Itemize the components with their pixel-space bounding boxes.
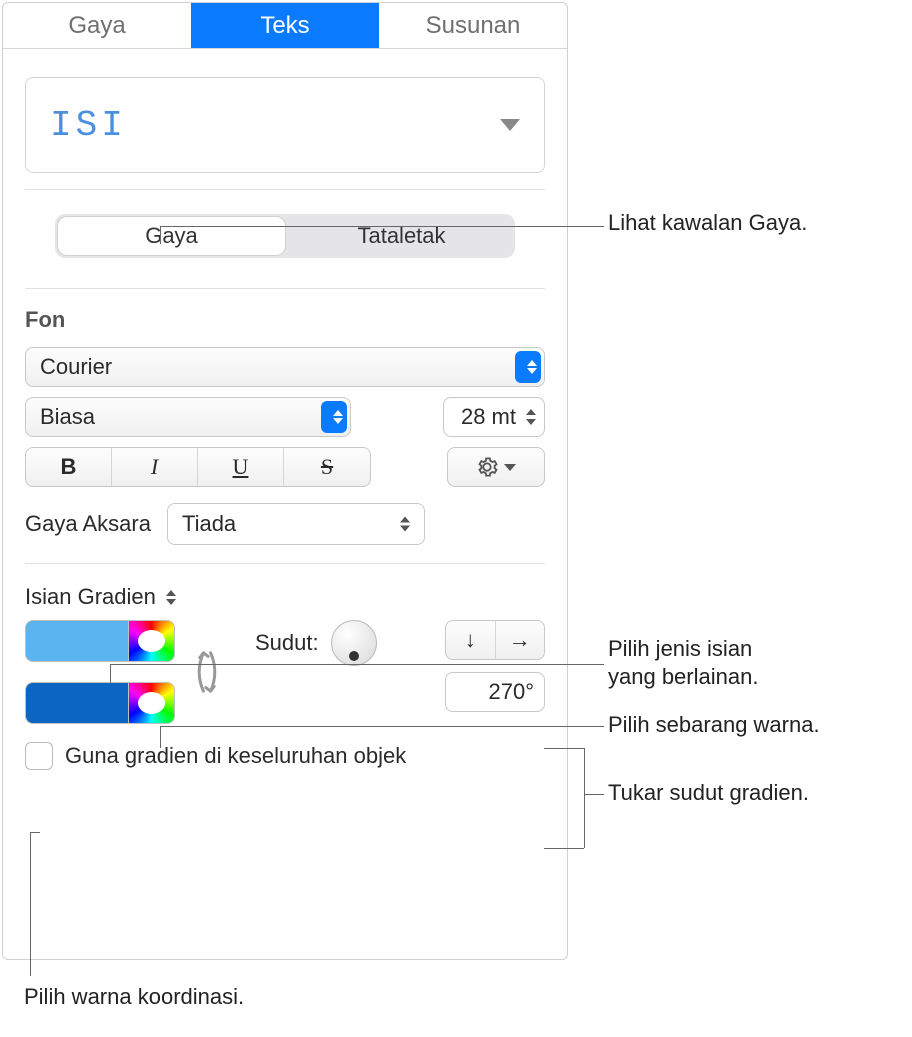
- italic-button[interactable]: I: [112, 448, 198, 486]
- callout-any-color: Pilih sebarang warna.: [608, 712, 820, 738]
- bold-button[interactable]: B: [26, 448, 112, 486]
- paragraph-style-popup[interactable]: ISI: [25, 77, 545, 173]
- paragraph-style-label: ISI: [50, 105, 127, 146]
- font-family-value: Courier: [40, 354, 112, 380]
- strikethrough-button[interactable]: S: [284, 448, 370, 486]
- gradient-color-1-picker[interactable]: [129, 620, 175, 662]
- gear-icon: [476, 456, 498, 478]
- angle-label: Sudut:: [255, 630, 319, 656]
- angle-value: 270°: [488, 679, 534, 705]
- gradient-direction-group: ↓ →: [445, 620, 545, 660]
- advanced-options-button[interactable]: [447, 447, 545, 487]
- character-style-popup[interactable]: Tiada: [167, 503, 425, 545]
- callout-coord-color: Pilih warna koordinasi.: [24, 984, 244, 1010]
- underline-button[interactable]: U: [198, 448, 284, 486]
- angle-dial[interactable]: [331, 620, 377, 666]
- chevron-down-icon: [504, 464, 516, 471]
- character-style-label: Gaya Aksara: [25, 511, 151, 537]
- callout-gaya: Lihat kawalan Gaya.: [608, 210, 807, 236]
- gradient-color-2-swatch[interactable]: [25, 682, 129, 724]
- callout-fill-type-2: yang berlainan.: [608, 664, 758, 690]
- font-size-field[interactable]: 28 mt: [443, 397, 545, 437]
- gradient-color-2-picker[interactable]: [129, 682, 175, 724]
- chevron-down-icon: [500, 119, 520, 131]
- font-section-label: Fon: [25, 307, 545, 333]
- inspector-top-tabs: Gaya Teks Susunan: [3, 3, 567, 49]
- whole-object-gradient-checkbox[interactable]: [25, 742, 53, 770]
- whole-object-gradient-label: Guna gradien di keseluruhan objek: [65, 743, 406, 769]
- angle-value-field[interactable]: 270°: [445, 672, 545, 712]
- gradient-color-1-swatch[interactable]: [25, 620, 129, 662]
- inspector-panel: Gaya Teks Susunan ISI Gaya Tataletak Fon…: [2, 2, 568, 960]
- segment-tataletak[interactable]: Tataletak: [288, 214, 515, 258]
- segment-gaya[interactable]: Gaya: [57, 216, 286, 256]
- direction-down-button[interactable]: ↓: [446, 621, 496, 659]
- gradient-swatches: [25, 620, 175, 724]
- direction-right-button[interactable]: →: [496, 621, 545, 659]
- tab-susunan[interactable]: Susunan: [379, 3, 567, 48]
- font-size-value: 28 mt: [461, 404, 516, 430]
- flip-arrows-icon: [192, 648, 222, 696]
- font-weight-value: Biasa: [40, 404, 95, 430]
- font-family-popup[interactable]: Courier: [25, 347, 545, 387]
- fill-type-popup[interactable]: Isian Gradien: [25, 584, 545, 610]
- font-weight-popup[interactable]: Biasa: [25, 397, 351, 437]
- flip-gradient-button[interactable]: [189, 620, 225, 724]
- text-format-group: B I U S: [25, 447, 371, 487]
- callout-fill-type-1: Pilih jenis isian: [608, 636, 752, 662]
- style-layout-segment: Gaya Tataletak: [55, 214, 515, 258]
- tab-gaya[interactable]: Gaya: [3, 3, 191, 48]
- fill-type-label: Isian Gradien: [25, 584, 156, 610]
- character-style-value: Tiada: [182, 511, 236, 537]
- callout-angle: Tukar sudut gradien.: [608, 780, 809, 806]
- tab-teks[interactable]: Teks: [191, 3, 379, 48]
